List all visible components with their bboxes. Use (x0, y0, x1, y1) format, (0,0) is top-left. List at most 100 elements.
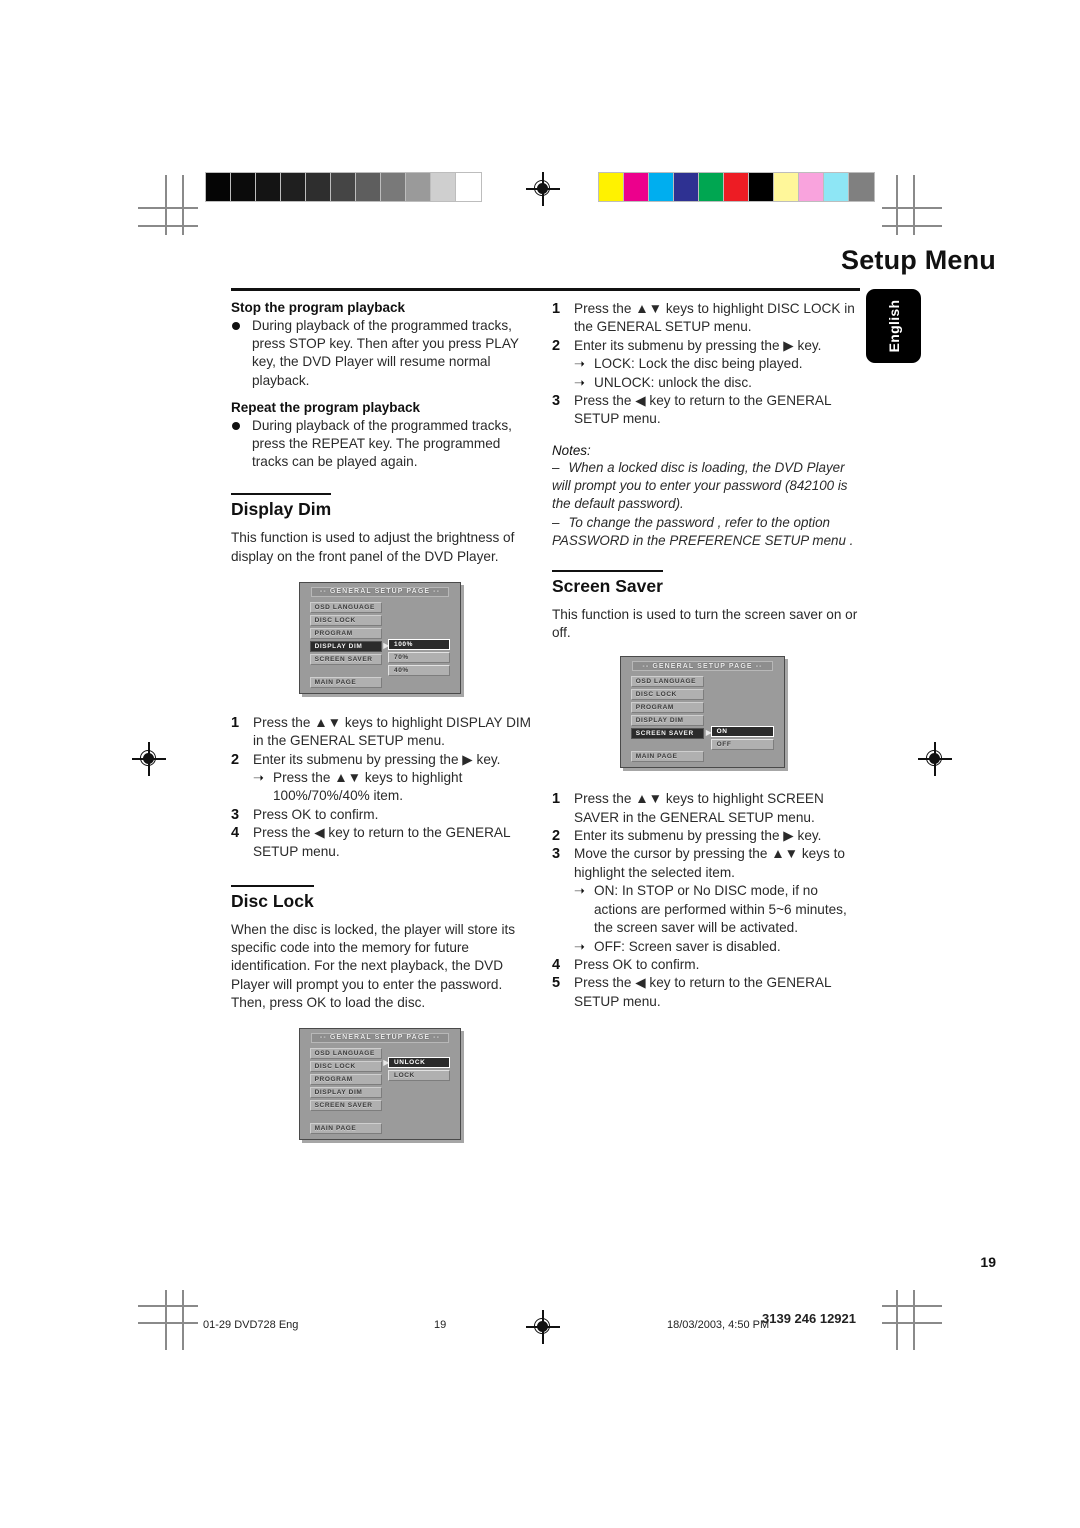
step-text: Press the ◀ key to return to the GENERAL… (253, 825, 511, 859)
calibration-swatch (624, 173, 649, 201)
arrow-icon: ➝ (574, 938, 585, 954)
osd-menu-list: OSD LANGUAGE DISC LOCK PROGRAM DISPLAY D… (630, 675, 705, 764)
calibration-swatch (724, 173, 749, 201)
arrow-icon: ➝ (253, 770, 264, 786)
crop-mark-bl-v2 (182, 1290, 184, 1350)
note-item: – To change the password , refer to the o… (552, 514, 862, 550)
step-text: Enter its submenu by pressing the ▶ key. (574, 337, 822, 353)
crop-mark-tl-v2 (182, 175, 184, 235)
registration-mark-right (918, 742, 952, 776)
dash-icon: – (552, 459, 560, 475)
osd-submenu-item-40: 40% (388, 664, 451, 676)
osd-spacer (631, 741, 704, 749)
dash-icon: – (552, 514, 560, 530)
calibration-swatch (456, 173, 481, 201)
language-tab-english: English (866, 289, 921, 363)
section-disc-lock-header: Disc Lock (231, 885, 535, 912)
step-item: 3 Press the ◀ key to return to the GENER… (552, 392, 862, 429)
osd-item-screen-saver: SCREEN SAVER (309, 653, 382, 665)
arrow-icon: ➝ (574, 883, 585, 899)
heading-screen-saver: Screen Saver (552, 569, 663, 597)
osd-item-display-dim: DISPLAY DIM (630, 714, 705, 726)
osd-item-osd-language: OSD LANGUAGE (630, 675, 705, 687)
crop-mark-bl-v (165, 1290, 167, 1350)
osd-item-program: PROGRAM (309, 627, 382, 639)
osd-title: -- GENERAL SETUP PAGE -- (311, 1032, 449, 1043)
crop-mark-bl-h2 (138, 1322, 198, 1324)
calibration-swatch (799, 173, 824, 201)
step-item: 3 Press OK to confirm. (231, 806, 535, 824)
osd-item-screen-saver: SCREEN SAVER (630, 727, 705, 739)
section-display-dim-header: Display Dim (231, 493, 535, 520)
step-sub-text: LOCK: Lock the disc being played. (594, 356, 803, 372)
osd-item-main-page: MAIN PAGE (309, 676, 382, 688)
step-text: Enter its submenu by pressing the ▶ key. (574, 828, 822, 844)
heading-repeat-program-playback: Repeat the program playback (231, 399, 421, 415)
osd-title: -- GENERAL SETUP PAGE -- (311, 586, 449, 597)
calibration-swatch (774, 173, 799, 201)
step-text: Move the cursor by pressing the ▲▼ keys … (574, 846, 845, 880)
osd-spacer (310, 1113, 382, 1121)
step-item: 4 Press the ◀ key to return to the GENER… (231, 824, 535, 861)
step-number: 2 (552, 337, 561, 354)
footer-timestamp: 18/03/2003, 4:50 PM (667, 1319, 770, 1331)
step-item: 2 Enter its submenu by pressing the ▶ ke… (552, 827, 862, 845)
step-text: Press the ▲▼ keys to highlight DISC LOCK… (574, 301, 855, 335)
left-column: Stop the program playback During playbac… (231, 300, 535, 1141)
heading-stop-program-playback: Stop the program playback (231, 300, 406, 315)
step-number: 5 (552, 975, 561, 992)
step-sub-item: ➝ Press the ▲▼ keys to highlight 100%/70… (253, 769, 535, 806)
text-disc-lock-body: When the disc is locked, the player will… (231, 922, 516, 1010)
step-item: 2 Enter its submenu by pressing the ▶ ke… (552, 337, 862, 355)
arrow-icon: ➝ (574, 356, 585, 372)
step-number: 2 (231, 751, 240, 768)
title-rule (231, 288, 860, 291)
step-number: 1 (231, 714, 240, 731)
registration-mark-left (132, 742, 166, 776)
color-calibration-bar (598, 172, 875, 202)
registration-mark-bottom (526, 1310, 560, 1344)
step-text: Press the ◀ key to return to the GENERAL… (574, 975, 832, 1009)
step-number: 3 (231, 806, 240, 823)
osd-item-program: PROGRAM (309, 1073, 382, 1085)
manual-page: Setup Menu English Stop the program play… (0, 0, 1080, 1528)
calibration-swatch (406, 173, 431, 201)
step-item: ➝ Press the ▲▼ keys to highlight 100%/70… (231, 769, 535, 806)
calibration-swatch (431, 173, 456, 201)
crop-mark-br-v2 (896, 1290, 898, 1350)
page-title: Setup Menu (841, 245, 996, 275)
step-text: Press OK to confirm. (574, 956, 700, 972)
osd-menu-list: OSD LANGUAGE DISC LOCK PROGRAM DISPLAY D… (309, 601, 382, 690)
step-number: 1 (552, 791, 561, 808)
calibration-swatch (231, 173, 256, 201)
step-sub-text: ON: In STOP or No DISC mode, if no actio… (594, 883, 847, 936)
osd-item-screen-saver: SCREEN SAVER (309, 1099, 382, 1111)
list-item: During playback of the programmed tracks… (231, 417, 535, 472)
step-item: 4 Press OK to confirm. (552, 956, 862, 974)
osd-submenu: UNLOCK LOCK (388, 1056, 451, 1083)
osd-menu-list: OSD LANGUAGE DISC LOCK PROGRAM DISPLAY D… (309, 1047, 382, 1136)
list-item: During playback of the programmed tracks… (231, 317, 535, 390)
steps-display-dim: 1 Press the ▲▼ keys to highlight DISPLAY… (231, 714, 535, 861)
crop-mark-tr-h (882, 207, 942, 209)
osd-item-disc-lock: DISC LOCK (309, 614, 382, 626)
step-item: ➝ ON: In STOP or No DISC mode, if no act… (552, 882, 862, 937)
step-number: 4 (552, 956, 561, 973)
osd-item-disc-lock: DISC LOCK (630, 688, 705, 700)
osd-screenshot-screen-saver: -- GENERAL SETUP PAGE -- OSD LANGUAGE DI… (620, 656, 785, 769)
heading-display-dim: Display Dim (231, 493, 332, 520)
crop-mark-tr-h2 (882, 225, 942, 227)
arrow-icon: ➝ (574, 374, 585, 390)
step-text: Press OK to confirm. (253, 806, 379, 822)
notes-block: Notes: – When a locked disc is loading, t… (552, 443, 862, 550)
calibration-swatch (331, 173, 356, 201)
osd-screenshot-display-dim: -- GENERAL SETUP PAGE -- OSD LANGUAGE DI… (299, 581, 461, 694)
crop-mark-br-h2 (882, 1322, 942, 1324)
calibration-swatch (281, 173, 306, 201)
osd-item-disc-lock: DISC LOCK (309, 1060, 382, 1072)
calibration-swatch (674, 173, 699, 201)
registration-mark-top (526, 172, 560, 206)
step-item: ➝ LOCK: Lock the disc being played. (552, 355, 862, 373)
calibration-swatch (599, 173, 624, 201)
list-item-text: During playback of the programmed tracks… (252, 318, 519, 388)
